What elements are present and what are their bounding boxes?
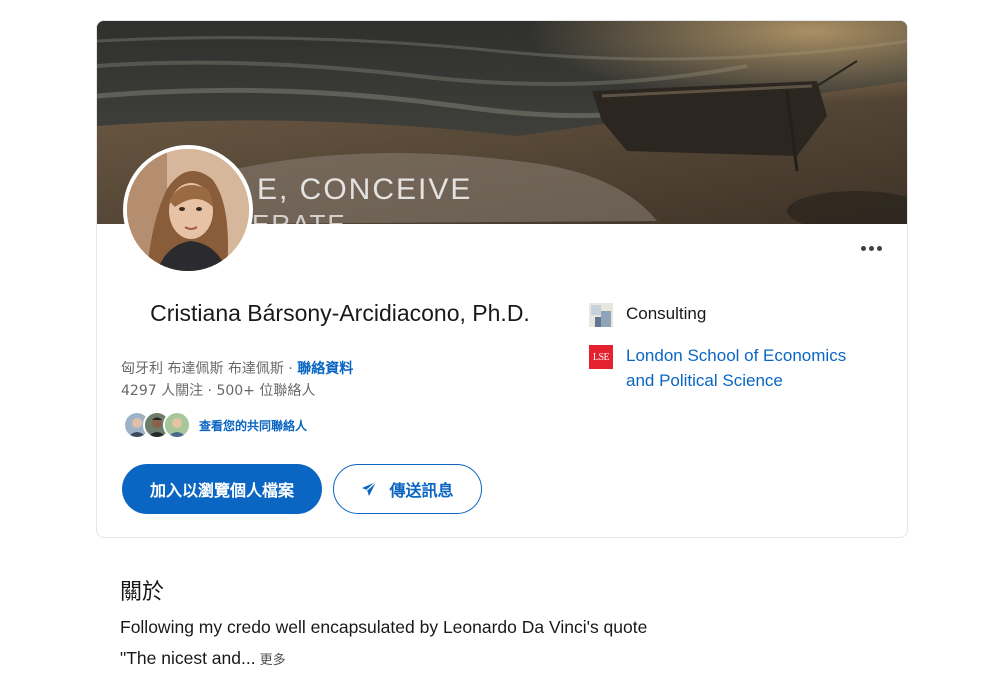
- location-separator: ·: [283, 361, 298, 377]
- cover-text-line1: E, CONCEIVE: [257, 173, 473, 206]
- followers-count: 4297 人關注: [121, 383, 204, 399]
- about-section-title: 關於: [120, 580, 165, 605]
- about-line-1: Following my credo well encapsulated by …: [120, 617, 648, 637]
- profile-followers: 4297 人關注 · 500+ 位聯絡人: [121, 380, 315, 400]
- lse-logo-icon: LSE: [589, 345, 613, 369]
- more-dot-icon: [868, 245, 874, 251]
- about-line-2-text: "The nicest and...: [120, 648, 256, 668]
- mutual-connections-link[interactable]: 查看您的共同聯絡人: [123, 411, 307, 439]
- cover-text-line2: ERATE: [252, 209, 347, 224]
- profile-location: 匈牙利 布達佩斯 布達佩斯 · 聯絡資料: [121, 358, 353, 378]
- contact-info-link[interactable]: 聯絡資料: [297, 361, 353, 377]
- send-message-label: 傳送訊息: [389, 481, 454, 500]
- more-options-button[interactable]: [853, 235, 889, 261]
- education-school[interactable]: LSE London School of Economics and Polit…: [589, 343, 876, 393]
- mutual-connections-text: 查看您的共同聯絡人: [199, 418, 308, 433]
- profile-avatar[interactable]: [123, 145, 253, 275]
- more-dot-icon: [876, 245, 882, 251]
- current-company[interactable]: Consulting: [589, 301, 706, 327]
- see-more-button[interactable]: 更多: [260, 653, 286, 668]
- connections-count: 500+ 位聯絡人: [216, 383, 316, 399]
- join-to-view-profile-button[interactable]: 加入以瀏覽個人檔案: [122, 464, 322, 514]
- profile-card: E, CONCEIVE ERATE Cristiana Bársony-Arci…: [96, 20, 908, 538]
- mutual-connection-avatar: [163, 411, 191, 439]
- company-logo-icon: [589, 303, 613, 327]
- school-name[interactable]: London School of Economics and Political…: [626, 343, 876, 393]
- more-dot-icon: [860, 245, 866, 251]
- company-name: Consulting: [626, 304, 707, 323]
- about-line-2: "The nicest and... 更多: [120, 643, 840, 676]
- connections-separator: ·: [203, 383, 217, 399]
- location-text: 匈牙利 布達佩斯 布達佩斯: [121, 361, 284, 377]
- send-message-button[interactable]: 傳送訊息: [333, 464, 482, 514]
- profile-name: Cristiana Bársony-Arcidiacono, Ph.D.: [150, 300, 530, 326]
- about-section-text: Following my credo well encapsulated by …: [120, 612, 840, 676]
- send-icon: [362, 481, 377, 496]
